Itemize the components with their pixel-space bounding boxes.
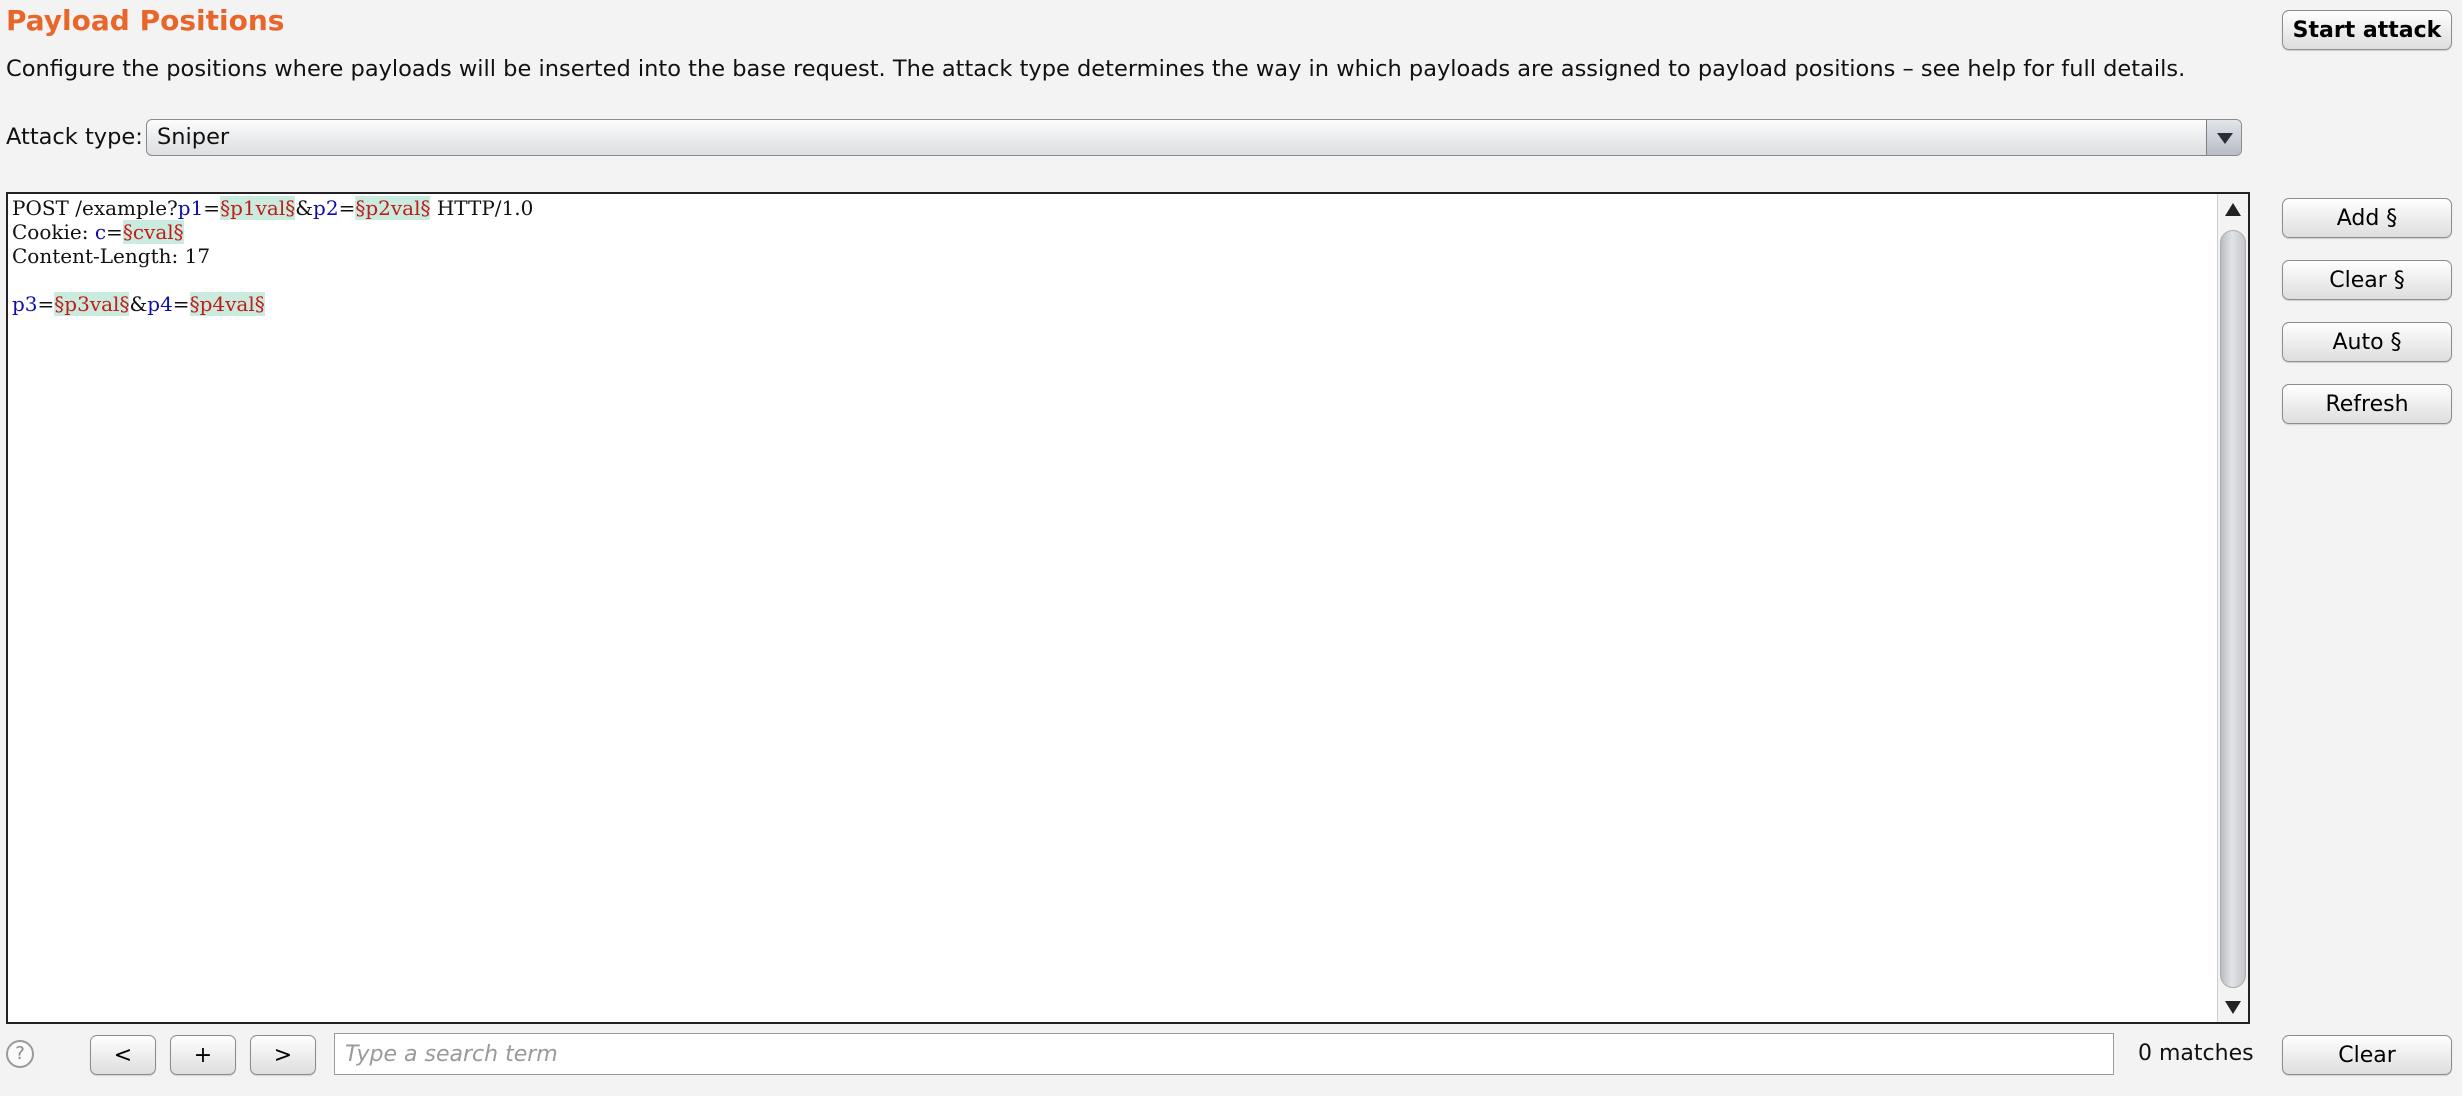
- search-prev-button[interactable]: <: [90, 1035, 156, 1075]
- param-name: p3: [12, 292, 38, 316]
- payload-position: §p1val§: [220, 196, 296, 220]
- search-input[interactable]: [334, 1033, 2114, 1075]
- payload-position: §cval§: [122, 220, 184, 244]
- page-description: Configure the positions where payloads w…: [6, 56, 2186, 82]
- param-name: p4: [147, 292, 173, 316]
- param-name: c: [94, 220, 107, 244]
- payload-position: §p2val§: [355, 196, 431, 220]
- param-name: p2: [313, 196, 339, 220]
- clear-markers-button[interactable]: Clear §: [2282, 260, 2452, 300]
- content-length-line: Content-Length: 17: [12, 244, 211, 268]
- clear-search-button[interactable]: Clear: [2282, 1035, 2452, 1075]
- cookie-line: Cookie: c=§cval§: [12, 220, 184, 244]
- auto-marker-button[interactable]: Auto §: [2282, 322, 2452, 362]
- param-name: p1: [177, 196, 204, 220]
- start-attack-button[interactable]: Start attack: [2282, 10, 2452, 50]
- scroll-down-arrow-icon[interactable]: [2218, 992, 2248, 1022]
- scrollbar-thumb[interactable]: [2220, 230, 2246, 988]
- request-text[interactable]: POST /example?p1=§p1val§&p2=§p2val§ HTTP…: [12, 196, 533, 316]
- refresh-button[interactable]: Refresh: [2282, 384, 2452, 424]
- payload-position: §p4val§: [189, 292, 265, 316]
- attack-type-label: Attack type:: [6, 124, 143, 150]
- scroll-up-arrow-icon[interactable]: [2218, 194, 2248, 224]
- help-icon[interactable]: ?: [6, 1040, 34, 1068]
- match-count: 0 matches: [2138, 1041, 2254, 1066]
- chevron-down-icon[interactable]: [2206, 120, 2241, 155]
- page-title: Payload Positions: [6, 4, 285, 37]
- body-line: p3=§p3val§&p4=§p4val§: [12, 292, 265, 316]
- editor-scrollbar[interactable]: [2217, 194, 2248, 1022]
- attack-type-value: Sniper: [157, 124, 230, 150]
- attack-type-select[interactable]: Sniper: [146, 119, 2242, 156]
- request-editor[interactable]: POST /example?p1=§p1val§&p2=§p2val§ HTTP…: [6, 192, 2250, 1024]
- search-next-button[interactable]: >: [250, 1035, 316, 1075]
- add-marker-button[interactable]: Add §: [2282, 198, 2452, 238]
- search-add-button[interactable]: +: [170, 1035, 236, 1075]
- payload-position: §p3val§: [54, 292, 130, 316]
- request-line: POST /example?p1=§p1val§&p2=§p2val§ HTTP…: [12, 196, 534, 220]
